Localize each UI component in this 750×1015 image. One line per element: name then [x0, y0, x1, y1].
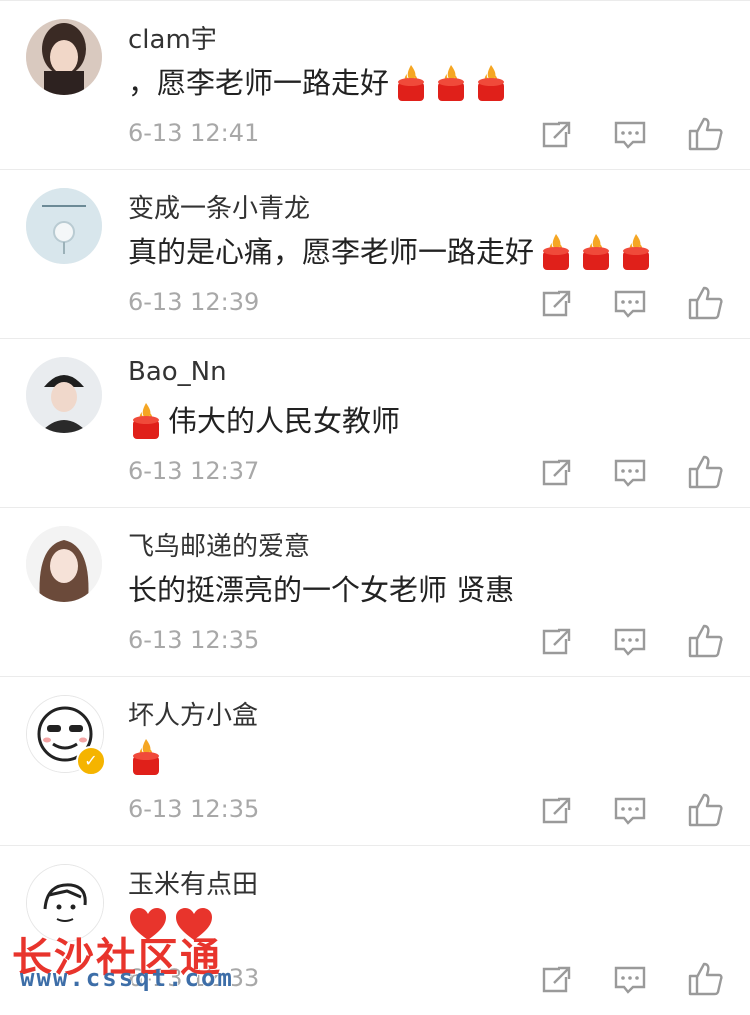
username[interactable]: 变成一条小青龙	[128, 188, 310, 225]
comment-text-body: 长的挺漂亮的一个女老师 贤惠	[128, 573, 515, 607]
candle-emoji	[538, 232, 574, 272]
thumbs-up-icon[interactable]	[686, 790, 726, 830]
timestamp: 6-13 12:35	[128, 795, 260, 823]
candle-emoji	[393, 63, 429, 103]
reply-icon[interactable]	[610, 283, 650, 323]
comment-list: clam宇 ，愿李老师一路走好 6-13 12:41 变成一条小青龙 真的是心痛…	[0, 0, 750, 1001]
comment-text	[128, 737, 168, 777]
reply-icon[interactable]	[610, 452, 650, 492]
candle-emoji	[473, 63, 509, 103]
reply-icon[interactable]	[610, 790, 650, 830]
timestamp: 6-13 12:41	[128, 119, 260, 147]
reply-icon[interactable]	[610, 959, 650, 999]
thumbs-up-icon[interactable]	[686, 621, 726, 661]
candle-emoji	[578, 232, 614, 272]
share-icon[interactable]	[536, 959, 576, 999]
comment-text-body: 伟大的人民女教师	[168, 404, 401, 438]
reply-icon[interactable]	[610, 621, 650, 661]
share-icon[interactable]	[536, 621, 576, 661]
share-icon[interactable]	[536, 114, 576, 154]
avatar[interactable]	[26, 19, 102, 95]
candle-emoji	[618, 232, 654, 272]
share-icon[interactable]	[536, 790, 576, 830]
share-icon[interactable]	[536, 283, 576, 323]
comment-text-body: 真的是心痛，愿李老师一路走好	[128, 235, 535, 269]
comment-item: 坏人方小盒 6-13 12:35	[0, 676, 750, 846]
thumbs-up-icon[interactable]	[686, 283, 726, 323]
timestamp: 6-13 12:39	[128, 288, 260, 316]
username[interactable]: clam宇	[128, 19, 217, 56]
comment-text: 真的是心痛，愿李老师一路走好	[128, 230, 654, 274]
comment-text: 长的挺漂亮的一个女老师 贤惠	[128, 568, 514, 612]
timestamp: 6-13 12:37	[128, 457, 260, 485]
watermark-url: www.cssqt.com	[20, 964, 234, 992]
candle-emoji	[128, 737, 164, 777]
username[interactable]: 玉米有点田	[128, 864, 258, 901]
candle-emoji	[128, 401, 164, 441]
candle-emoji	[433, 63, 469, 103]
timestamp: 6-13 12:35	[128, 626, 260, 654]
comment-text: ，愿李老师一路走好	[128, 61, 509, 105]
thumbs-up-icon[interactable]	[686, 114, 726, 154]
thumbs-up-icon[interactable]	[686, 959, 726, 999]
comment-item: Bao_Nn 伟大的人民女教师 6-13 12:37	[0, 338, 750, 508]
username[interactable]: Bao_Nn	[128, 357, 227, 387]
reply-icon[interactable]	[610, 114, 650, 154]
share-icon[interactable]	[536, 452, 576, 492]
comment-text: 伟大的人民女教师	[128, 399, 400, 443]
comment-item: 飞鸟邮递的爱意 长的挺漂亮的一个女老师 贤惠 6-13 12:35	[0, 507, 750, 677]
comment-item: 变成一条小青龙 真的是心痛，愿李老师一路走好 6-13 12:39	[0, 169, 750, 339]
comment-text-body: ，愿李老师一路走好	[128, 66, 390, 100]
thumbs-up-icon[interactable]	[686, 452, 726, 492]
avatar[interactable]	[26, 526, 102, 602]
username[interactable]: 坏人方小盒	[128, 695, 258, 732]
avatar[interactable]	[26, 188, 102, 264]
verified-badge-icon: ✓	[76, 746, 106, 776]
avatar[interactable]	[26, 357, 102, 433]
username[interactable]: 飞鸟邮递的爱意	[128, 526, 310, 563]
comment-item: clam宇 ，愿李老师一路走好 6-13 12:41	[0, 0, 750, 170]
